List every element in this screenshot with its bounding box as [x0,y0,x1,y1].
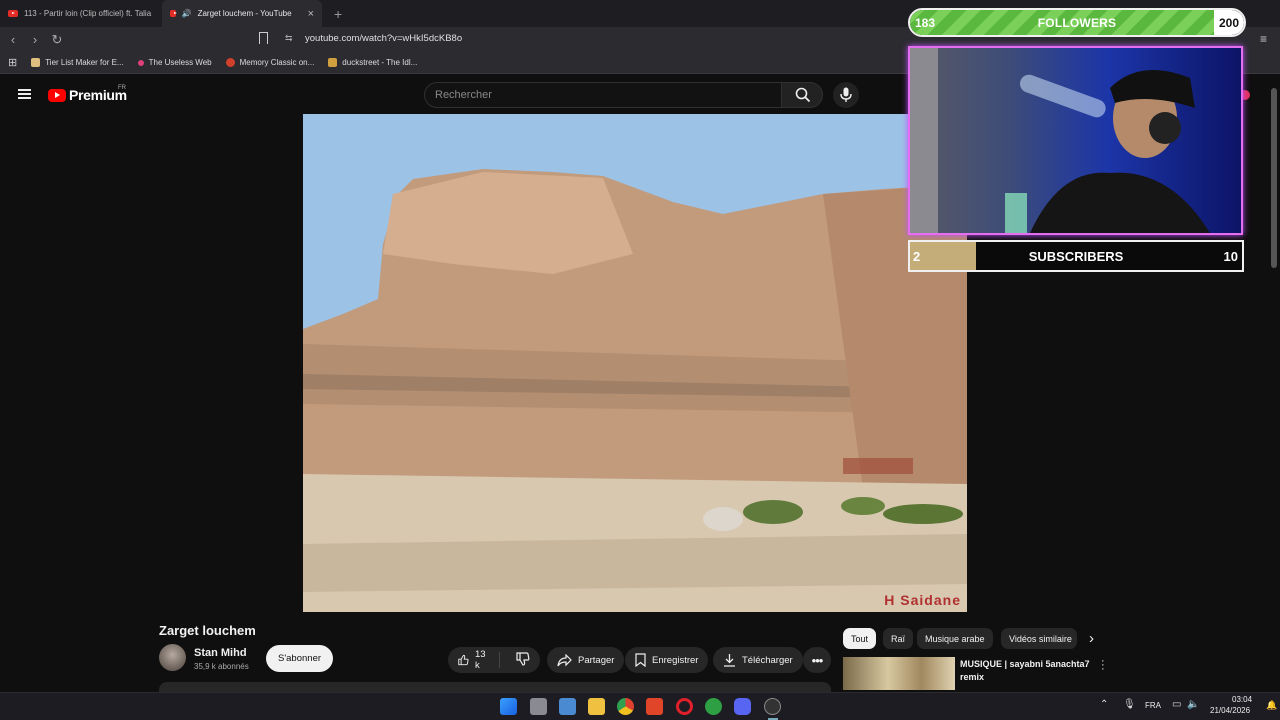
thumbs-up-icon [458,654,469,666]
download-icon [724,654,735,667]
bookmark-icon [635,653,646,667]
menu-icon[interactable]: ≡ [1260,32,1267,46]
store-icon[interactable] [559,698,576,715]
youtube-favicon-icon [170,10,177,17]
video-title: Zarget louchem [159,623,256,638]
chrome-icon[interactable] [617,698,634,715]
chevron-right-icon[interactable]: › [1089,630,1094,647]
subscriber-count: 35,9 k abonnés [194,662,249,671]
microphone-icon [840,87,852,102]
notification-bell-icon[interactable]: 🔔 [1266,700,1277,711]
video-info-section: Zarget louchem Stan Mihd 35,9 k abonnés … [0,612,1280,692]
like-count: 13 k [474,649,486,671]
voice-search-button[interactable] [833,82,859,108]
video-watermark: H Saidane [884,592,961,608]
useless-web-icon [137,59,144,66]
chip-rai[interactable]: Raï [883,628,914,649]
bookmark-tier-list[interactable]: Tier List Maker for E... [31,58,124,67]
apps-grid-icon[interactable]: ⊞ [8,56,17,69]
task-view-icon[interactable] [530,698,547,715]
recommended-video-thumbnail[interactable] [843,657,955,690]
save-button[interactable]: Enregistrer [625,647,709,673]
obs-icon[interactable] [764,698,781,715]
language-indicator[interactable]: FRA [1145,701,1161,710]
new-tab-icon[interactable]: + [334,6,342,22]
webcam-overlay [908,46,1243,235]
video-player[interactable]: H Saidane [303,114,967,612]
logo-region: FR [118,85,126,91]
site-info-icon[interactable]: ⇆ [285,33,293,44]
description-box[interactable] [159,682,831,692]
hamburger-menu-icon[interactable] [18,89,31,99]
page-scrollbar[interactable] [1271,88,1277,268]
youtube-favicon-icon [8,10,18,17]
recommended-video-title[interactable]: MUSIQUE | sayabni 5anachta7 remix [960,658,1095,684]
tab-partir-loin[interactable]: 113 - Partir loin (Clip officiel) ft. Ta… [0,0,162,27]
brave-icon[interactable] [646,698,663,715]
bookmark-duckstreet[interactable]: duckstreet - The Idl... [328,58,417,67]
subscribers-goal-bar: SUBSCRIBERS 2 10 [908,240,1244,272]
apple-icon [225,58,235,67]
webcam-feed-image [910,48,1241,233]
dislike-button[interactable] [506,651,540,669]
chip-musique-arabe[interactable]: Musique arabe [917,628,993,649]
subscribe-button[interactable]: S'abonner [266,645,334,672]
search-box [424,82,782,108]
like-button[interactable]: 13 k [448,649,500,671]
bookmark-useless-web[interactable]: The Useless Web [137,58,212,67]
followers-current: 183 [915,16,936,30]
search-button[interactable] [781,82,823,108]
duck-icon [328,58,338,67]
like-dislike-group: 13 k [448,647,540,673]
followers-label: FOLLOWERS [1037,15,1117,30]
kebab-menu-icon[interactable]: · · · [1101,656,1105,675]
volume-icon[interactable]: 🔈 [1187,699,1199,710]
followers-goal: 200 [1214,10,1244,35]
bookmark-icon[interactable] [259,32,268,44]
windows-start-icon[interactable] [500,698,517,715]
share-button[interactable]: Partager [547,647,625,673]
tab-zarget-louchem[interactable]: 🔊 Zarget louchem - YouTube × [162,0,322,27]
reload-icon[interactable]: ↻ [46,32,68,48]
windows-taskbar: ⌃ 🎙 FRA ▭ 🔈 03:04 21/04/2026 🔔 [0,692,1280,720]
share-icon [557,653,572,666]
clock-time[interactable]: 03:04 [1232,695,1252,704]
tab-label: Zarget louchem - YouTube [197,9,292,18]
forward-icon[interactable]: › [24,32,46,47]
discord-icon[interactable] [734,698,751,715]
channel-avatar[interactable] [159,644,186,671]
tray-chevron-up-icon[interactable]: ⌃ [1100,699,1108,710]
chip-tout[interactable]: Tout [843,628,877,649]
youtube-play-icon [48,88,66,102]
video-frame-image [303,114,967,612]
tier-list-icon [31,58,41,67]
channel-name[interactable]: Stan Mihd [194,647,247,659]
file-explorer-icon[interactable] [588,698,605,715]
youtube-premium-logo[interactable]: Premium FR [48,85,127,103]
tray-microphone-icon[interactable]: 🎙 [1123,699,1136,710]
xbox-icon[interactable] [705,698,722,715]
subscribers-goal: 10 [1223,249,1238,264]
followers-goal-bar: FOLLOWERS 183 200 [908,8,1246,37]
bookmark-memory-classic[interactable]: Memory Classic on... [225,58,314,67]
network-icon[interactable]: ▭ [1172,699,1181,710]
clock-date[interactable]: 21/04/2026 [1210,706,1250,715]
close-tab-icon[interactable]: × [308,8,314,20]
chip-videos-similaires[interactable]: Vidéos similaire [1001,628,1077,649]
tab-label: 113 - Partir loin (Clip officiel) ft. Ta… [24,9,152,18]
more-icon: ••• [811,652,824,668]
speaker-icon: 🔊 [181,9,192,18]
download-button[interactable]: Télécharger [713,647,803,673]
url-text[interactable]: youtube.com/watch?v=wHkI5dcKB8o [305,33,462,44]
opera-icon[interactable] [676,698,693,715]
subscribers-label: SUBSCRIBERS [1028,248,1124,264]
more-actions-button[interactable]: ••• [803,647,831,673]
back-icon[interactable]: ‹ [2,32,24,47]
search-icon [795,87,811,103]
search-input[interactable] [425,83,781,107]
subscribers-current: 2 [913,249,921,264]
thumbs-down-icon [516,651,530,666]
